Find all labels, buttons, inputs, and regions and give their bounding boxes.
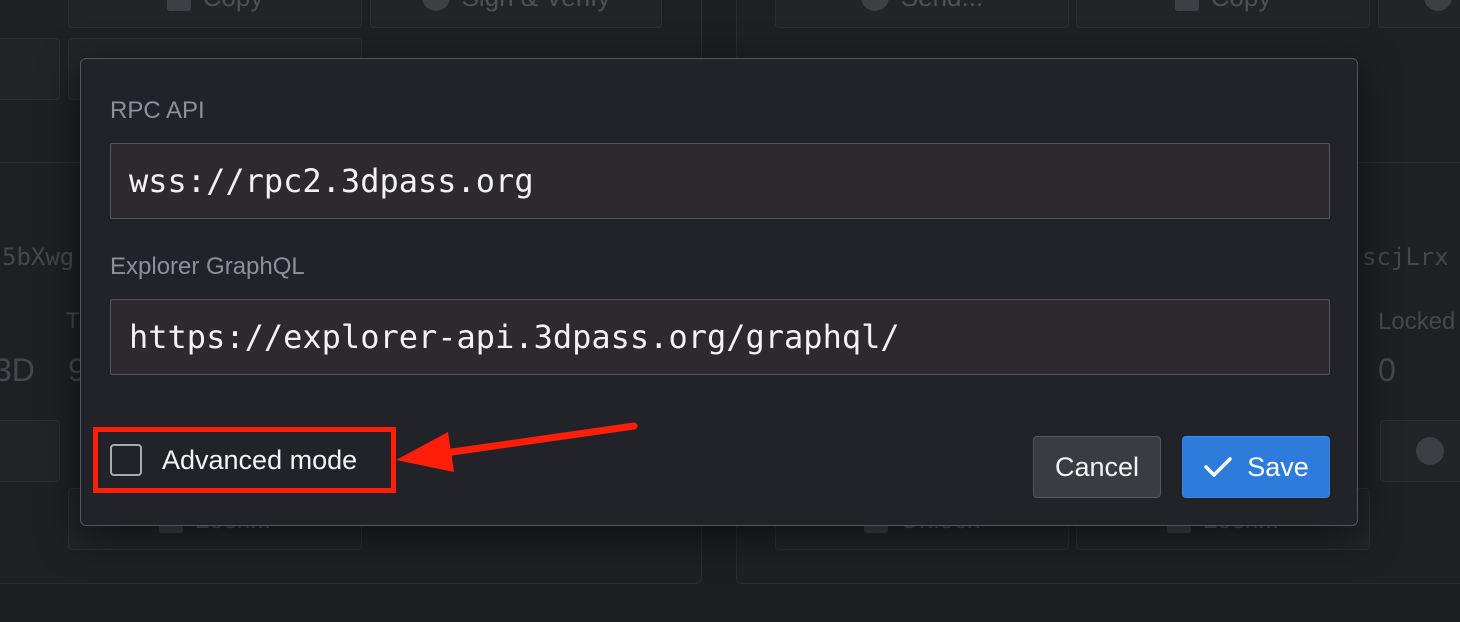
background-send-button[interactable]: Send... [775,0,1069,28]
annotation-arrow-icon [396,422,638,472]
background-button-row3-a[interactable] [0,420,60,482]
advanced-mode-highlight: Advanced mode [93,427,396,493]
screen: Copy Sign & Verify Send... Copy 5bXwg sc… [0,0,1460,622]
background-copy-button-right[interactable]: Copy [1076,0,1370,28]
settings-modal: RPC API Explorer GraphQL Advanced mode C… [80,58,1358,526]
background-balance-unit-left: 3D [0,352,35,388]
background-address-right: scjLrx [1362,243,1449,271]
check-circle-icon [421,0,450,11]
check-circle-icon [1424,0,1452,11]
rpc-api-label: RPC API [110,97,205,124]
background-sign-verify-button[interactable]: Sign & Verify [370,0,662,28]
background-address-left: 5bXwg [2,243,75,271]
explorer-graphql-label: Explorer GraphQL [110,253,305,280]
advanced-mode-label[interactable]: Advanced mode [162,445,357,476]
background-button-row2-a[interactable] [0,38,60,100]
explorer-graphql-input[interactable] [110,299,1330,375]
background-copy-button-left[interactable]: Copy [68,0,362,28]
background-locked-value: 0 [1378,352,1396,388]
copy-icon [166,0,191,11]
save-button-label: Save [1247,451,1309,482]
send-icon [860,0,889,11]
advanced-mode-checkbox[interactable] [110,444,142,476]
background-check-button-right[interactable] [1380,420,1460,482]
background-balance-label-left: T [66,308,80,333]
cancel-button[interactable]: Cancel [1033,436,1161,498]
check-circle-icon [1416,437,1444,465]
checkmark-icon [1204,457,1232,477]
background-extra-button-right[interactable] [1378,0,1460,28]
cancel-button-label: Cancel [1054,451,1140,482]
save-button[interactable]: Save [1182,436,1330,498]
copy-icon [1174,0,1199,11]
rpc-api-input[interactable] [110,143,1330,219]
background-locked-label: Locked [1378,308,1456,335]
